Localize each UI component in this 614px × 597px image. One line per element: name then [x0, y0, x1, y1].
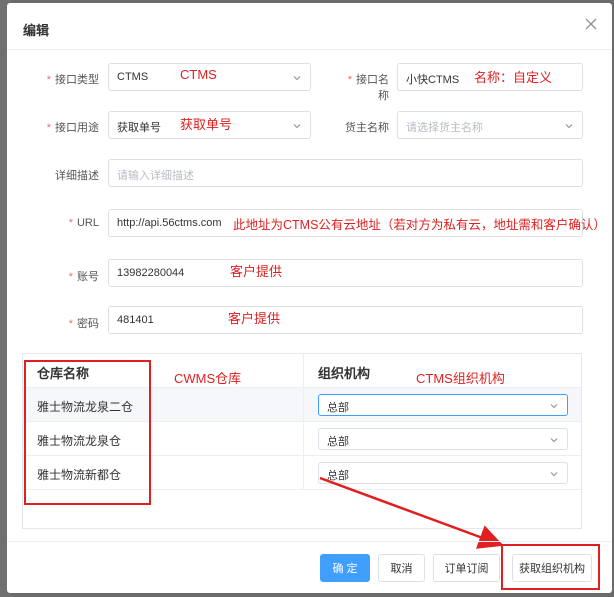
password-value: 481401	[117, 314, 154, 326]
chevron-down-icon	[549, 434, 559, 444]
chevron-down-icon	[549, 468, 559, 478]
description-label: 详细描述	[55, 170, 99, 182]
annotation-interface-use: 获取单号	[180, 117, 233, 132]
password-label: * 密码	[68, 318, 99, 330]
annotation-url: 此地址为CTMS公有云地址（若对方为私有云，地址需和客户确认）	[233, 218, 606, 232]
chevron-down-icon	[292, 120, 302, 130]
org-select[interactable]: 总部	[318, 462, 568, 484]
interface-use-label: * 接口用途	[46, 122, 99, 134]
account-value: 13982280044	[117, 267, 185, 279]
dialog-title: 编辑	[23, 23, 50, 38]
chevron-down-icon	[549, 400, 559, 410]
annotation-ctms-org: CTMS组织机构	[416, 371, 505, 386]
annotation-highlight-box	[24, 360, 151, 505]
org-value: 总部	[327, 402, 349, 414]
annotation-password: 客户提供	[228, 311, 281, 326]
annotation-highlight-box	[501, 544, 600, 590]
account-input[interactable]: 13982280044	[108, 259, 583, 287]
org-select[interactable]: 总部	[318, 428, 568, 450]
footer-divider	[7, 541, 612, 542]
annotation-cwms-warehouse: CWMS仓库	[174, 371, 242, 386]
interface-name-value: 小快CTMS	[406, 74, 460, 86]
confirm-button[interactable]: 确 定	[320, 554, 370, 582]
owner-name-label: 货主名称	[345, 122, 389, 134]
account-label: * 账号	[68, 271, 99, 283]
interface-name-label: * 接口名称	[347, 74, 389, 102]
org-cell: 总部	[304, 388, 581, 421]
annotation-interface-name: 名称：自定义	[474, 70, 553, 85]
description-input[interactable]: 请输入详细描述	[108, 159, 583, 187]
order-subscribe-button[interactable]: 订单订阅	[433, 554, 500, 582]
org-select[interactable]: 总部	[318, 394, 568, 416]
org-value: 总部	[327, 470, 349, 482]
org-cell: 总部	[304, 422, 581, 455]
org-cell: 总部	[304, 456, 581, 489]
interface-use-value: 获取单号	[117, 122, 161, 134]
column-header-org: 组织机构	[318, 366, 371, 381]
owner-name-placeholder: 请选择货主名称	[406, 122, 483, 134]
annotation-account: 客户提供	[230, 264, 283, 279]
cancel-button[interactable]: 取消	[378, 554, 425, 582]
url-label: * URL	[68, 217, 99, 229]
description-placeholder: 请输入详细描述	[117, 170, 194, 182]
chevron-down-icon	[292, 72, 302, 82]
chevron-down-icon	[564, 120, 574, 130]
header-divider	[7, 49, 612, 50]
close-icon[interactable]	[582, 15, 600, 33]
annotation-interface-type: CTMS	[180, 67, 217, 82]
password-input[interactable]: 481401	[108, 306, 583, 334]
edit-dialog: 编辑 * 接口类型 CTMS CTMS * 接口名称 小快CTMS 名称：自定义 *…	[7, 3, 612, 593]
url-value: http://api.56ctms.com	[117, 217, 222, 229]
interface-type-value: CTMS	[117, 71, 149, 83]
org-value: 总部	[327, 436, 349, 448]
interface-type-label: * 接口类型	[46, 74, 99, 86]
owner-name-select[interactable]: 请选择货主名称	[397, 111, 583, 139]
